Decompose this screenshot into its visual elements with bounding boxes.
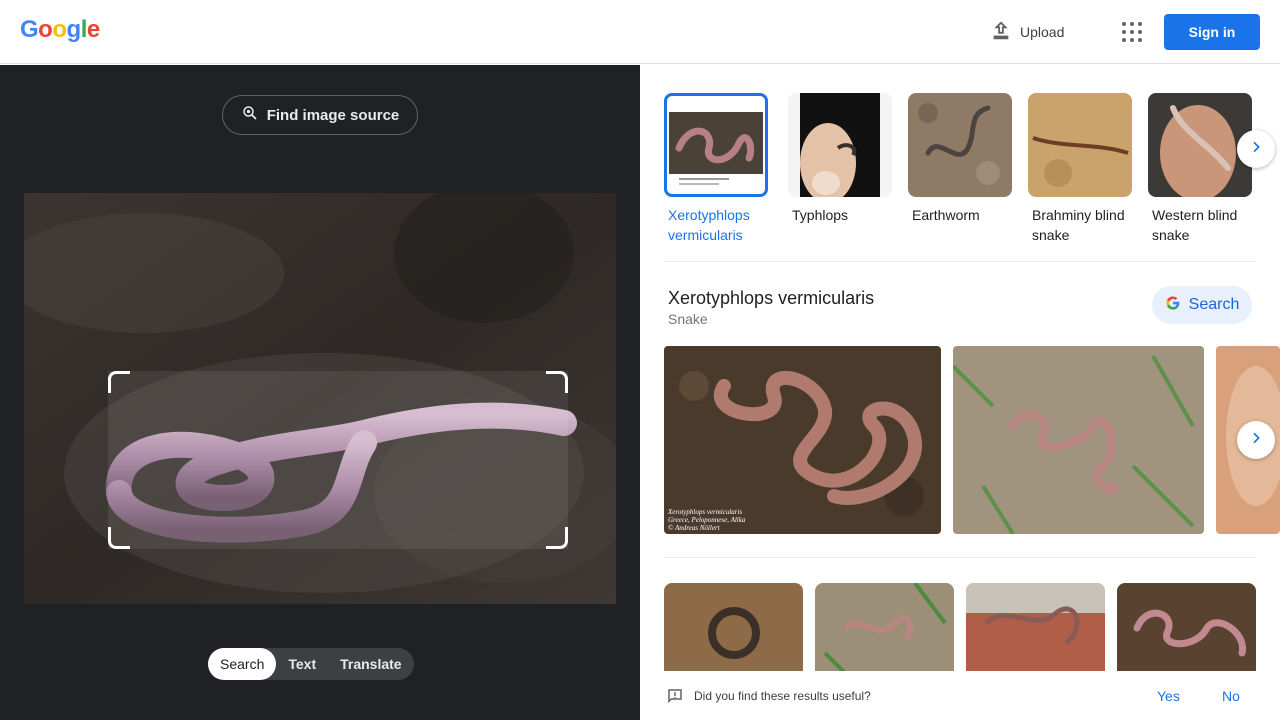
suggestion-label: Western blind snake bbox=[1152, 207, 1238, 243]
suggestion-label: Typhlops bbox=[792, 207, 849, 223]
tab-text[interactable]: Text bbox=[276, 648, 328, 680]
suggestion-label: Brahminy blind snake bbox=[1032, 207, 1125, 243]
logo-letter: o bbox=[38, 16, 53, 43]
upload-button[interactable]: Upload bbox=[990, 18, 1064, 46]
crop-handle-top-left[interactable] bbox=[108, 371, 130, 393]
entity-search-label: Search bbox=[1188, 296, 1240, 313]
tab-translate[interactable]: Translate bbox=[328, 648, 413, 680]
suggestion-chip[interactable]: Brahminy blind snake bbox=[1028, 93, 1132, 245]
chevron-right-icon bbox=[1248, 139, 1264, 160]
result-image[interactable] bbox=[815, 583, 954, 673]
upload-icon bbox=[990, 20, 1012, 45]
crop-handle-bottom-right[interactable] bbox=[546, 527, 568, 549]
suggestions-next-button[interactable] bbox=[1237, 130, 1275, 168]
top-header: Google Upload Sign in bbox=[0, 0, 1280, 64]
suggestion-thumbnail bbox=[664, 93, 768, 197]
logo-letter: e bbox=[86, 16, 100, 43]
suggestion-chip[interactable]: Earthworm bbox=[908, 93, 1012, 225]
lens-search-icon bbox=[241, 104, 259, 126]
logo-letter: g bbox=[66, 16, 82, 43]
divider bbox=[664, 557, 1256, 558]
result-image[interactable] bbox=[664, 583, 803, 673]
feedback-bar: Did you find these results useful? Yes N… bbox=[640, 671, 1280, 720]
crop-handle-top-right[interactable] bbox=[546, 371, 568, 393]
suggestion-thumbnail bbox=[1028, 93, 1132, 197]
google-g-icon bbox=[1165, 295, 1181, 316]
result-image[interactable] bbox=[966, 583, 1105, 673]
google-logo[interactable]: Google bbox=[20, 16, 100, 44]
crop-handle-bottom-left[interactable] bbox=[108, 527, 130, 549]
query-image[interactable] bbox=[24, 193, 616, 604]
feedback-icon bbox=[666, 687, 684, 708]
logo-letter: o bbox=[52, 16, 67, 43]
divider bbox=[664, 261, 1256, 262]
apps-grid-icon[interactable] bbox=[1120, 20, 1144, 44]
entity-search-button[interactable]: Search bbox=[1152, 286, 1252, 324]
suggestion-chip[interactable]: Western blind snake bbox=[1148, 93, 1252, 245]
result-image[interactable]: Xerotyphlops vermicularis Greece, Pelopon… bbox=[664, 346, 941, 534]
result-image[interactable] bbox=[953, 346, 1204, 534]
suggestion-thumbnail bbox=[788, 93, 892, 197]
feedback-no-button[interactable]: No bbox=[1222, 688, 1240, 704]
feedback-question: Did you find these results useful? bbox=[694, 689, 871, 703]
results-panel: Xerotyphlops vermicularis Typhlops Earth… bbox=[640, 65, 1280, 720]
upload-label: Upload bbox=[1020, 24, 1065, 40]
sign-in-button[interactable]: Sign in bbox=[1164, 14, 1260, 50]
feedback-yes-button[interactable]: Yes bbox=[1157, 688, 1180, 704]
chevron-right-icon bbox=[1248, 430, 1264, 451]
lens-mode-tabs: Search Text Translate bbox=[208, 648, 414, 680]
suggestion-chip[interactable]: Typhlops bbox=[788, 93, 892, 225]
crop-selection-box[interactable] bbox=[108, 371, 568, 549]
image-preview-panel: Find image source Search Text Translate bbox=[0, 65, 640, 720]
entity-title: Xerotyphlops vermicularis bbox=[668, 288, 875, 308]
tab-search[interactable]: Search bbox=[208, 648, 277, 680]
suggestion-label: Xerotyphlops vermicularis bbox=[668, 207, 750, 243]
entity-subtitle: Snake bbox=[668, 311, 708, 327]
suggestion-chips: Xerotyphlops vermicularis Typhlops Earth… bbox=[664, 93, 1280, 253]
suggestion-chip[interactable]: Xerotyphlops vermicularis bbox=[664, 93, 768, 245]
suggestion-label: Earthworm bbox=[912, 207, 980, 223]
suggestion-thumbnail bbox=[908, 93, 1012, 197]
images-next-button[interactable] bbox=[1237, 421, 1275, 459]
find-image-source-label: Find image source bbox=[266, 106, 400, 124]
logo-letter: G bbox=[20, 16, 39, 43]
result-image[interactable] bbox=[1117, 583, 1256, 673]
find-image-source-button[interactable]: Find image source bbox=[222, 95, 418, 135]
